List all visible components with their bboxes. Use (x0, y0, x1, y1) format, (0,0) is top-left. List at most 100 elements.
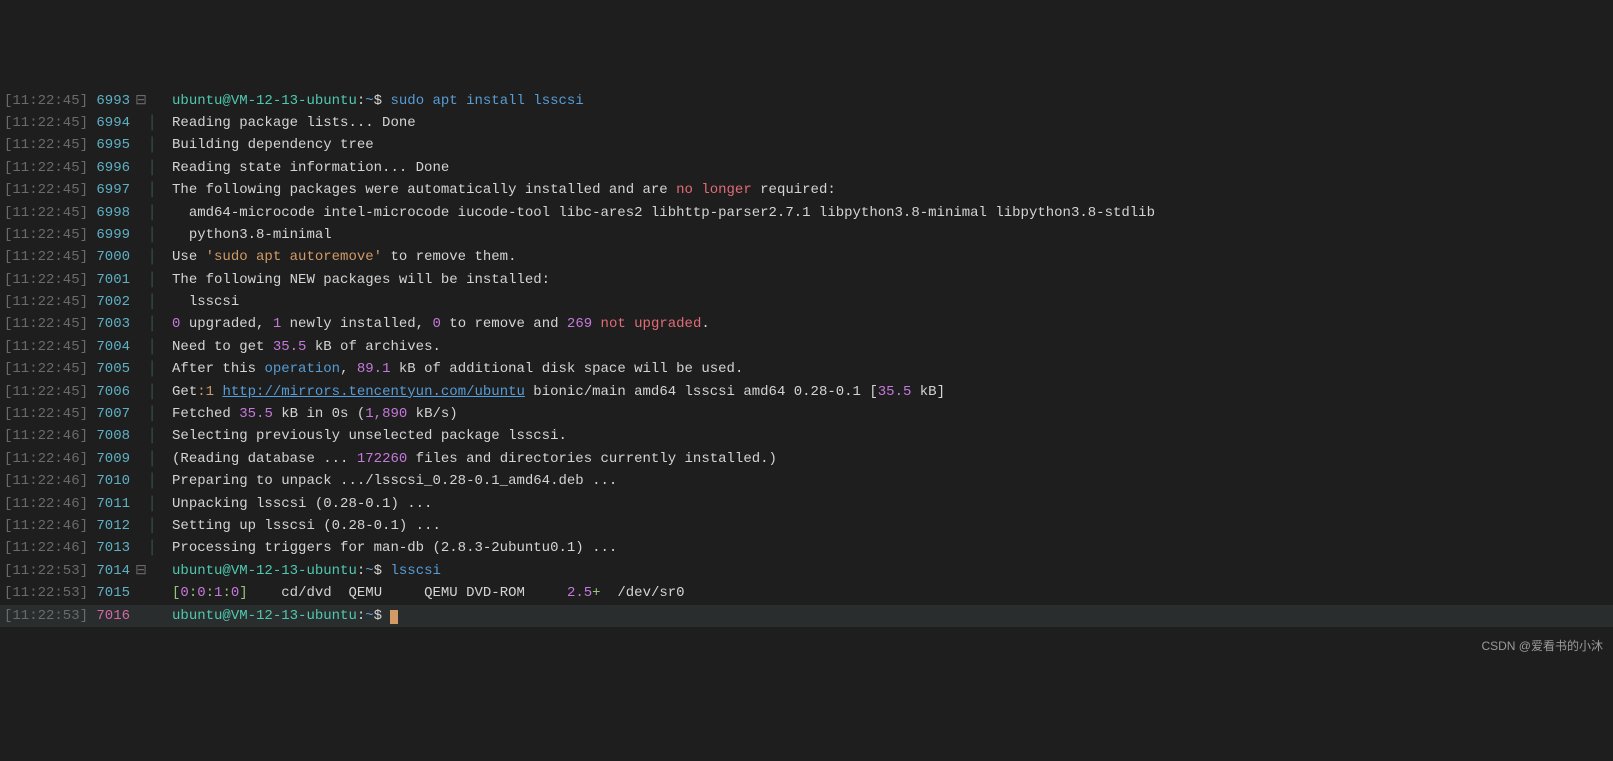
line-content: ubuntu@VM-12-13-ubuntu:~$ lsscsi (158, 560, 441, 582)
terminal-line: [11:22:53] 7016 ubuntu@VM-12-13-ubuntu:~… (0, 605, 1613, 627)
line-number: 7000 (88, 246, 134, 268)
fold-icon (134, 537, 148, 559)
text-segment: . (701, 316, 709, 332)
line-content: Fetched 35.5 kB in 0s (1,890 kB/s) (158, 403, 458, 425)
terminal-line: [11:22:53] 7014⊟ubuntu@VM-12-13-ubuntu:~… (0, 560, 1613, 582)
indent-guide: │ (148, 157, 158, 179)
line-number: 7015 (88, 582, 134, 604)
terminal-output[interactable]: [11:22:45] 6993⊟ubuntu@VM-12-13-ubuntu:~… (0, 90, 1613, 627)
text-segment: Processing triggers for man-db (2.8.3-2u… (172, 540, 617, 556)
terminal-line: [11:22:45] 6996 │Reading state informati… (0, 157, 1613, 179)
line-content: python3.8-minimal (158, 224, 332, 246)
terminal-line: [11:22:46] 7012 │Setting up lsscsi (0.28… (0, 515, 1613, 537)
fold-icon (134, 448, 148, 470)
terminal-line: [11:22:45] 7007 │Fetched 35.5 kB in 0s (… (0, 403, 1613, 425)
indent-guide: │ (148, 202, 158, 224)
fold-icon (134, 269, 148, 291)
terminal-line: [11:22:45] 7004 │Need to get 35.5 kB of … (0, 336, 1613, 358)
text-segment: ~ (365, 608, 373, 624)
indent-guide: │ (148, 381, 158, 403)
text-segment: : (222, 585, 230, 601)
text-segment: Unpacking lsscsi (0.28-0.1) ... (172, 496, 432, 512)
terminal-line: [11:22:46] 7008 │Selecting previously un… (0, 425, 1613, 447)
text-segment: ubuntu@VM-12-13-ubuntu (172, 563, 357, 579)
indent-guide: │ (148, 224, 158, 246)
text-segment: ubuntu@VM-12-13-ubuntu (172, 608, 357, 624)
indent-guide: │ (148, 179, 158, 201)
terminal-line: [11:22:45] 6997 │The following packages … (0, 179, 1613, 201)
fold-icon (134, 179, 148, 201)
line-content: Get:1 http://mirrors.tencentyun.com/ubun… (158, 381, 945, 403)
line-content: Building dependency tree (158, 134, 374, 156)
text-segment: ~ (365, 563, 373, 579)
fold-icon (134, 381, 148, 403)
fold-icon (134, 493, 148, 515)
text-segment: 172260 (357, 451, 407, 467)
text-segment: 35.5 (273, 339, 307, 355)
terminal-line: [11:22:46] 7013 │Processing triggers for… (0, 537, 1613, 559)
text-segment: not upgraded (601, 316, 702, 332)
text-segment: python3.8-minimal (172, 227, 332, 243)
text-segment: ubuntu@VM-12-13-ubuntu (172, 93, 357, 109)
timestamp: [11:22:45] (4, 90, 88, 112)
indent-guide: │ (148, 134, 158, 156)
text-segment: Reading state information... Done (172, 160, 449, 176)
terminal-line: [11:22:46] 7011 │Unpacking lsscsi (0.28-… (0, 493, 1613, 515)
timestamp: [11:22:46] (4, 425, 88, 447)
text-segment: newly installed, (281, 316, 432, 332)
fold-icon[interactable]: ⊟ (134, 90, 148, 112)
text-segment: + (592, 585, 600, 601)
line-number: 6998 (88, 202, 134, 224)
text-segment: , (340, 361, 357, 377)
text-segment: : (189, 585, 197, 601)
terminal-line: [11:22:45] 6999 │ python3.8-minimal (0, 224, 1613, 246)
text-segment: 269 (567, 316, 592, 332)
text-segment: lsscsi (172, 294, 239, 310)
terminal-line: [11:22:45] 6993⊟ubuntu@VM-12-13-ubuntu:~… (0, 90, 1613, 112)
indent-guide (148, 582, 158, 604)
text-segment (592, 316, 600, 332)
line-content: Processing triggers for man-db (2.8.3-2u… (158, 537, 617, 559)
fold-icon (134, 202, 148, 224)
line-content: [0:0:1:0] cd/dvd QEMU QEMU DVD-ROM 2.5+ … (158, 582, 685, 604)
text-segment: 0 (197, 585, 205, 601)
text-segment: Get (172, 384, 197, 400)
line-content: The following packages were automaticall… (158, 179, 836, 201)
text-segment: 0 (432, 316, 440, 332)
line-content: Preparing to unpack .../lsscsi_0.28-0.1_… (158, 470, 617, 492)
fold-icon[interactable]: ⊟ (134, 560, 148, 582)
timestamp: [11:22:53] (4, 582, 88, 604)
text-segment: kB] (911, 384, 945, 400)
timestamp: [11:22:45] (4, 202, 88, 224)
line-number: 7001 (88, 269, 134, 291)
text-segment: required: (752, 182, 836, 198)
text-segment: kB/s) (407, 406, 457, 422)
line-content: lsscsi (158, 291, 239, 313)
line-number: 7010 (88, 470, 134, 492)
timestamp: [11:22:45] (4, 358, 88, 380)
text-segment: ] (239, 585, 247, 601)
terminal-line: [11:22:45] 7002 │ lsscsi (0, 291, 1613, 313)
line-number: 7012 (88, 515, 134, 537)
text-segment: 1,890 (365, 406, 407, 422)
text-segment: $ (374, 93, 391, 109)
text-segment: 0 (180, 585, 188, 601)
text-segment: 0 (231, 585, 239, 601)
text-segment: kB in 0s ( (273, 406, 365, 422)
terminal-line: [11:22:45] 7006 │Get:1 http://mirrors.te… (0, 381, 1613, 403)
line-number: 6999 (88, 224, 134, 246)
text-segment: to remove them. (382, 249, 516, 265)
line-content: Setting up lsscsi (0.28-0.1) ... (158, 515, 441, 537)
text-segment: : (357, 608, 365, 624)
text-segment: kB of archives. (306, 339, 440, 355)
line-content: Selecting previously unselected package … (158, 425, 567, 447)
text-segment: Preparing to unpack .../lsscsi_0.28-0.1_… (172, 473, 617, 489)
fold-icon (134, 358, 148, 380)
indent-guide: │ (148, 493, 158, 515)
line-number: 7005 (88, 358, 134, 380)
indent-guide: │ (148, 358, 158, 380)
text-segment: /dev/sr0 (601, 585, 685, 601)
text-segment: Use (172, 249, 206, 265)
timestamp: [11:22:46] (4, 515, 88, 537)
text-segment: $ (374, 608, 391, 624)
